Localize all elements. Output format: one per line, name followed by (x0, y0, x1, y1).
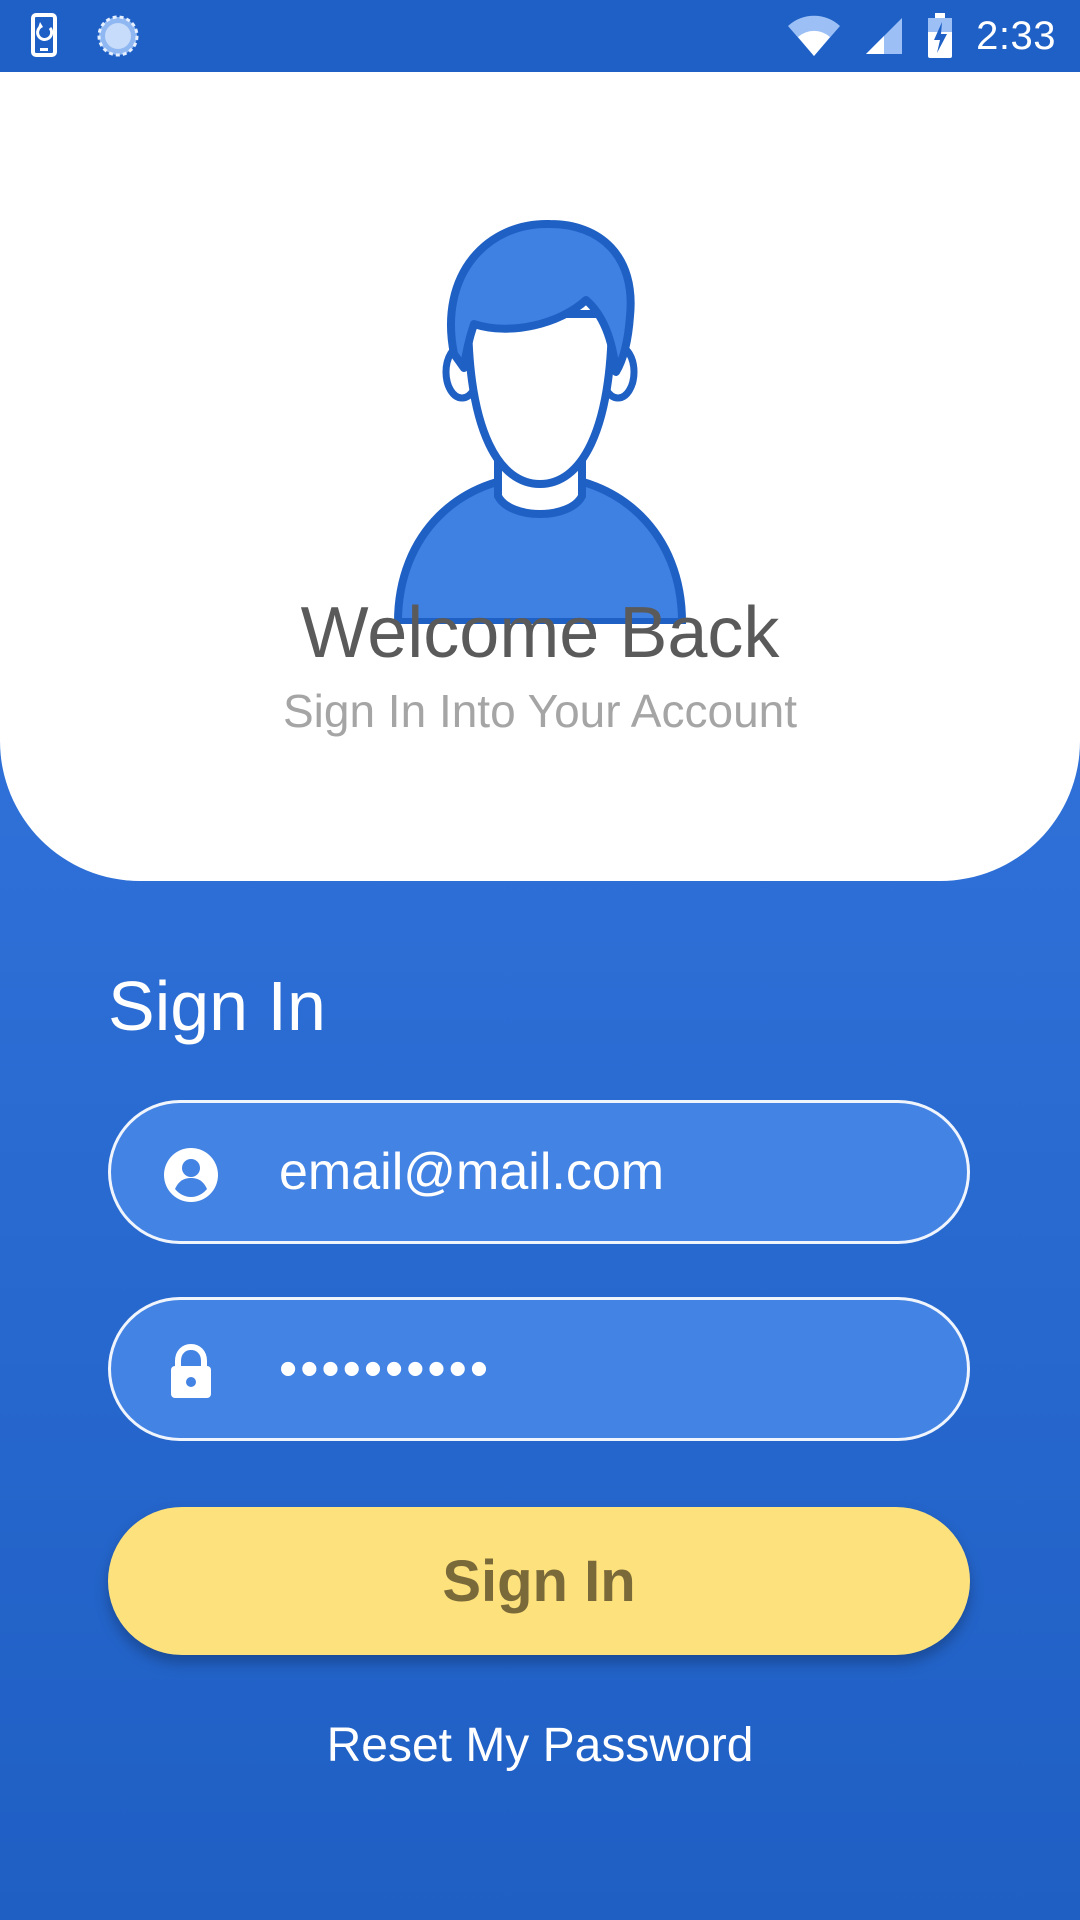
status-time: 2:33 (976, 13, 1056, 58)
password-field[interactable] (279, 1300, 919, 1438)
email-field-container (108, 1100, 970, 1244)
status-bar: 2:33 (0, 0, 1080, 72)
account-circle-icon (164, 1148, 218, 1202)
welcome-subtitle: Sign In Into Your Account (282, 685, 798, 737)
reset-password-link[interactable]: Reset My Password (0, 1718, 1080, 1773)
header-card: Welcome Back Sign In Into Your Account (0, 72, 1080, 881)
wifi-icon (788, 15, 841, 56)
welcome-title: Welcome Back (300, 593, 780, 673)
email-field[interactable] (279, 1103, 919, 1241)
signin-heading: Sign In (108, 967, 326, 1045)
user-avatar-icon (393, 219, 687, 624)
status-bar-left (30, 10, 140, 62)
battery-charging-icon (928, 13, 953, 58)
password-field-container (108, 1297, 970, 1441)
cell-signal-icon (866, 18, 903, 54)
sign-in-button[interactable]: Sign In (108, 1507, 970, 1655)
phone-rotate-icon (31, 13, 57, 57)
loading-spinner-icon (97, 15, 139, 57)
lock-icon (171, 1344, 211, 1398)
status-bar-right: 2:33 (786, 10, 1056, 62)
